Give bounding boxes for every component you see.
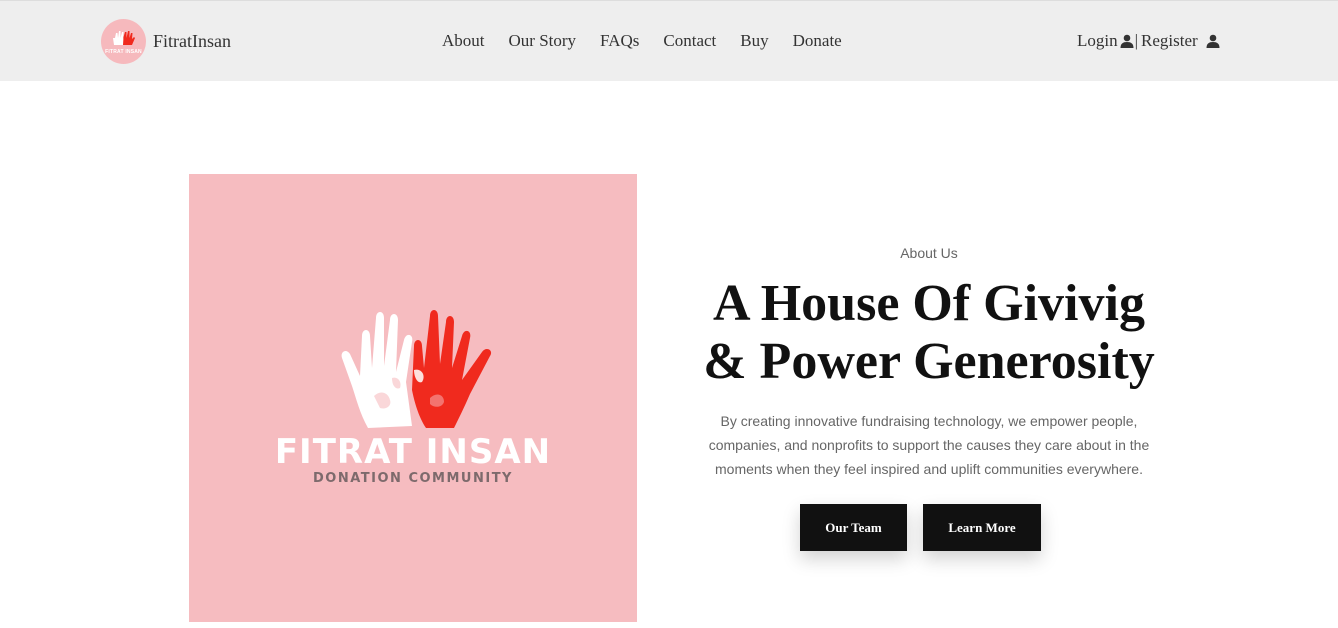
hero-image-title: FITRAT INSAN <box>274 432 552 472</box>
login-link[interactable]: Login <box>1077 31 1134 51</box>
nav-link-buy[interactable]: Buy <box>740 31 768 51</box>
hero-image-subtitle: DONATION COMMUNITY <box>313 471 513 486</box>
about-heading-line-2: & Power Generosity <box>703 333 1155 390</box>
our-team-button[interactable]: Our Team <box>800 504 907 551</box>
about-buttons: Our Team Learn More <box>800 504 1041 551</box>
main-nav: About Our Story FAQs Contact Buy Donate <box>442 31 842 51</box>
brand-link[interactable]: FITRAT INSAN FitratInsan <box>101 19 231 64</box>
register-label: Register <box>1141 31 1198 50</box>
nav-link-donate[interactable]: Donate <box>793 31 842 51</box>
register-link[interactable]: Register <box>1141 31 1220 51</box>
nav-link-our-story[interactable]: Our Story <box>509 31 577 51</box>
brand-name: FitratInsan <box>153 31 231 51</box>
user-icon <box>1120 34 1134 48</box>
brand-logo: FITRAT INSAN <box>101 19 146 64</box>
about-description: By creating innovative fundraising techn… <box>708 413 1150 477</box>
handprints-icon <box>341 310 492 428</box>
about-heading: A House Of Givivig & Power Generosity <box>690 275 1168 391</box>
section-eyebrow: About Us <box>900 245 958 261</box>
top-navbar: FITRAT INSAN FitratInsan About Our Story… <box>0 0 1338 81</box>
nav-link-about[interactable]: About <box>442 31 485 51</box>
nav-link-faqs[interactable]: FAQs <box>600 31 639 51</box>
nav-link-contact[interactable]: Contact <box>663 31 716 51</box>
about-section: About Us A House Of Givivig & Power Gene… <box>690 243 1168 481</box>
auth-separator: | <box>1134 31 1139 50</box>
brand-logo-text: FITRAT INSAN <box>105 48 142 55</box>
user-icon <box>1206 34 1220 48</box>
auth-links: Login | Register <box>1077 31 1220 51</box>
hands-logo-icon <box>112 30 135 45</box>
learn-more-button[interactable]: Learn More <box>923 504 1041 551</box>
about-heading-line-1: A House Of Givivig <box>713 275 1145 332</box>
login-label: Login <box>1077 31 1118 50</box>
